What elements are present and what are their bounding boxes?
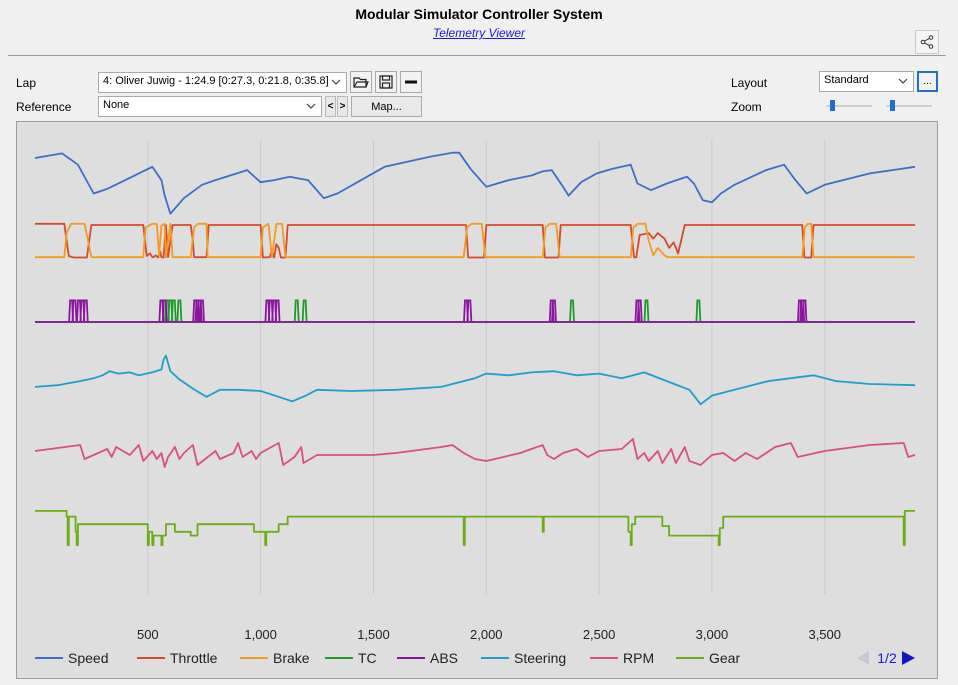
series-spike-tc [569, 299, 575, 323]
zoom-label: Zoom [731, 100, 762, 114]
legend-label: Gear [709, 650, 740, 666]
series-spike-tc [301, 299, 308, 323]
share-icon [920, 35, 934, 49]
chevron-down-icon [306, 103, 316, 109]
series-spike-tc [170, 299, 177, 323]
series-spike-abs [71, 299, 78, 323]
zoom-vertical-thumb[interactable] [890, 100, 896, 111]
legend-label: Brake [273, 650, 310, 666]
page-indicator: 1/2 [877, 650, 897, 666]
x-tick-label: 2,500 [583, 627, 616, 642]
telemetry-viewer-link[interactable]: Telemetry Viewer [0, 26, 958, 40]
chevron-down-icon [331, 79, 341, 85]
reference-select[interactable]: None [98, 96, 322, 117]
series-line-gear [35, 510, 915, 546]
series-spike-abs [466, 299, 473, 323]
legend-label: RPM [623, 650, 654, 666]
header-divider [8, 55, 946, 56]
zoom-horizontal-thumb[interactable] [830, 100, 836, 111]
legend-label: TC [358, 650, 377, 666]
lap-label: Lap [16, 76, 37, 90]
minus-icon [405, 80, 417, 84]
map-button[interactable]: Map... [351, 96, 422, 117]
legend-label: Speed [68, 650, 108, 666]
remove-lap-button[interactable] [400, 71, 422, 93]
window-title: Modular Simulator Controller System [355, 6, 603, 22]
series-spike-tc [643, 299, 650, 323]
reference-select-value: None [103, 99, 130, 111]
chevron-down-icon [898, 78, 908, 84]
x-tick-label: 1,000 [244, 627, 277, 642]
reference-label: Reference [16, 100, 72, 114]
chevron-left-icon: < [327, 101, 334, 112]
legend-label: Throttle [170, 650, 218, 666]
layout-settings-button[interactable]: ... [917, 71, 938, 92]
next-reference-button[interactable]: > [337, 96, 348, 117]
series-spike-tc [293, 299, 300, 323]
series-spike-abs [82, 299, 89, 323]
save-icon [379, 75, 393, 89]
lap-select[interactable]: 4: Oliver Juwig - 1:24.9 [0:27.3, 0:21.8… [98, 72, 347, 93]
series-line-rpm [34, 438, 916, 468]
legend-label: ABS [430, 650, 458, 666]
previous-reference-button[interactable]: < [325, 96, 336, 117]
x-tick-label: 2,000 [470, 627, 503, 642]
legend-label: Steering [514, 650, 566, 666]
open-lap-button[interactable] [350, 71, 372, 93]
folder-open-icon [353, 77, 369, 88]
chevron-right-icon: > [339, 101, 346, 112]
series-spike-tc [695, 299, 702, 323]
x-tick-label: 500 [137, 627, 159, 642]
series-spike-abs [274, 299, 281, 323]
x-tick-label: 1,500 [357, 627, 390, 642]
chevron-right-icon [902, 651, 915, 665]
layout-label: Layout [731, 76, 768, 90]
x-tick-label: 3,000 [696, 627, 729, 642]
lap-select-value: 4: Oliver Juwig - 1:24.9 [0:27.3, 0:21.8… [103, 75, 329, 87]
save-lap-button[interactable] [375, 71, 397, 93]
layout-select-value: Standard [824, 74, 869, 86]
series-spike-tc [176, 299, 183, 323]
telemetry-chart[interactable]: 500 1,000 1,500 2,000 2,500 3,000 3,500 Speed Th… [17, 122, 937, 678]
series-line-speed [34, 151, 916, 215]
telemetry-chart-frame: 500 1,000 1,500 2,000 2,500 3,000 3,500 Speed Th… [16, 121, 938, 679]
series-line-steering [34, 354, 916, 406]
ellipsis-icon: ... [923, 76, 932, 87]
share-button[interactable] [915, 30, 939, 54]
chevron-left-icon [857, 651, 869, 665]
layout-select[interactable]: Standard [819, 71, 914, 92]
x-tick-label: 3,500 [808, 627, 841, 642]
